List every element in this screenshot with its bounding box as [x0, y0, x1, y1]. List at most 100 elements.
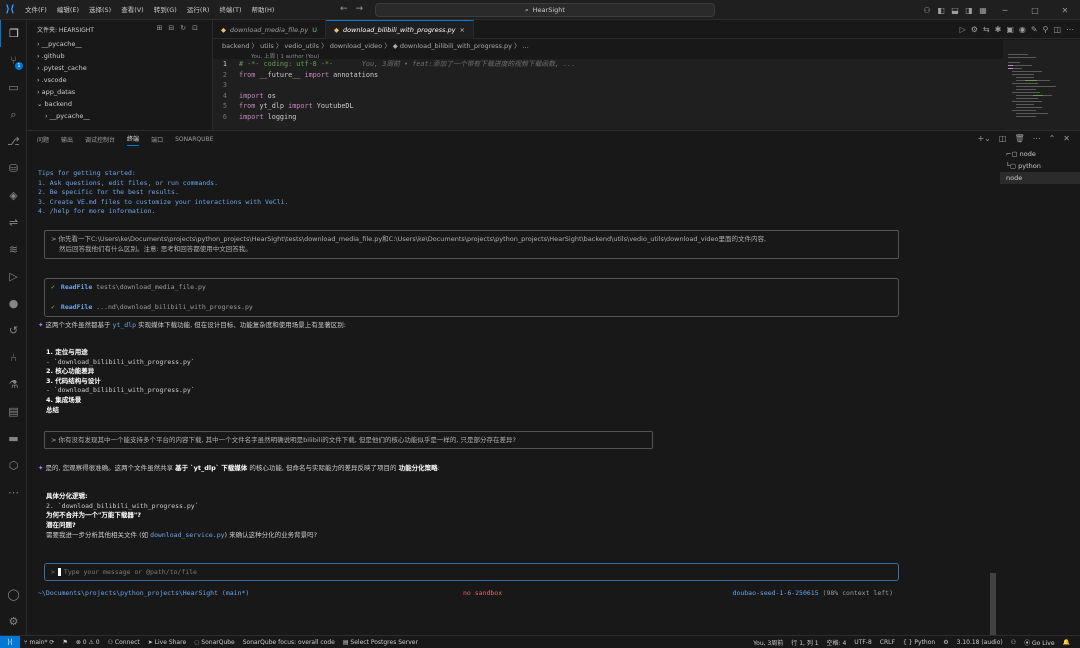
- sonar-icon[interactable]: ≋: [0, 236, 27, 263]
- source-control-icon[interactable]: ⑂ 1: [0, 47, 27, 74]
- account-status-icon[interactable]: ⚇: [1007, 639, 1020, 646]
- maximize-icon[interactable]: □: [1020, 6, 1050, 15]
- toggle-secondary-sidebar-icon[interactable]: ◨: [962, 6, 976, 15]
- tree-item[interactable]: › .vscode: [27, 74, 212, 86]
- database-icon[interactable]: ⛁: [0, 155, 27, 182]
- tab-download-media-file[interactable]: ◆ download_media_file.py U: [213, 20, 326, 39]
- folder-icon[interactable]: ▬: [0, 425, 27, 452]
- menu-selection[interactable]: 选择(S): [84, 0, 116, 20]
- share-icon[interactable]: ⇌: [0, 209, 27, 236]
- brush-icon[interactable]: ✎: [1031, 25, 1038, 34]
- toggle-panel-icon[interactable]: ⬓: [948, 6, 962, 15]
- python-env-icon[interactable]: ⚙: [939, 639, 952, 646]
- terminal-item-node[interactable]: ⌐▢ node: [1000, 148, 1080, 160]
- collapse-all-icon[interactable]: ⊡: [192, 24, 198, 32]
- menu-go[interactable]: 转到(G): [149, 0, 182, 20]
- menu-file[interactable]: 文件(F): [20, 0, 52, 20]
- tree-item[interactable]: › __pycache__: [27, 38, 212, 50]
- sonarqube-focus[interactable]: SonarQube focus: overall code: [239, 639, 339, 646]
- layers-icon[interactable]: ◈: [0, 182, 27, 209]
- search-view-icon[interactable]: ⌕: [0, 101, 27, 128]
- go-live-button[interactable]: ⦿ Go Live: [1020, 638, 1058, 647]
- problems-count[interactable]: ⊗ 0 ⚠ 0: [72, 639, 104, 646]
- tree-item[interactable]: › .github: [27, 50, 212, 62]
- indentation[interactable]: 空格: 4: [823, 638, 851, 647]
- new-folder-icon[interactable]: ⊟: [168, 24, 174, 32]
- menu-terminal[interactable]: 终端(T): [214, 0, 246, 20]
- split-terminal-icon[interactable]: ◫: [999, 134, 1007, 143]
- git-blame-status[interactable]: You, 3周前: [749, 638, 787, 647]
- command-center-search[interactable]: ⌕ HearSight: [375, 3, 715, 17]
- new-terminal-icon[interactable]: +⌄: [977, 134, 990, 143]
- close-panel-icon[interactable]: ✕: [1063, 134, 1070, 143]
- git-graph-icon[interactable]: ⎇: [0, 128, 27, 155]
- trash-icon[interactable]: 🗑: [1014, 134, 1024, 143]
- terminal-scrollbar[interactable]: [990, 573, 996, 635]
- maximize-panel-icon[interactable]: ⌃: [1049, 134, 1056, 143]
- search-editor-icon[interactable]: ⚲: [1043, 25, 1049, 34]
- cursor-position[interactable]: 行 1, 列 1: [787, 638, 822, 647]
- copilot-icon[interactable]: ⚇: [920, 6, 934, 15]
- close-window-icon[interactable]: ✕: [1050, 6, 1080, 15]
- tree-item[interactable]: › .pytest_cache: [27, 62, 212, 74]
- menu-view[interactable]: 查看(V): [116, 0, 149, 20]
- run-debug-icon[interactable]: ▷: [0, 263, 27, 290]
- tab-download-bilibili[interactable]: ◆ download_bilibili_with_progress.py ×: [326, 20, 474, 39]
- new-file-icon[interactable]: ⊞: [157, 24, 163, 32]
- run-icon[interactable]: ▷: [960, 25, 966, 34]
- menu-edit[interactable]: 编辑(E): [52, 0, 84, 20]
- back-arrow-icon[interactable]: ←: [340, 4, 348, 14]
- editor-more-icon[interactable]: ⋯: [1066, 25, 1074, 34]
- tab-sonarqube[interactable]: SONARQUBE: [175, 136, 213, 143]
- encoding[interactable]: UTF-8: [850, 639, 876, 646]
- layout-icon[interactable]: ▦: [976, 6, 990, 15]
- tab-debug-console[interactable]: 调试控制台: [85, 135, 115, 144]
- bell-icon[interactable]: 🔔: [1059, 639, 1074, 646]
- debug-icon[interactable]: ⚙: [971, 25, 978, 34]
- minimap[interactable]: [1003, 40, 1080, 130]
- clipboard-icon[interactable]: ▤: [0, 398, 27, 425]
- forward-arrow-icon[interactable]: →: [356, 4, 364, 14]
- preview-icon[interactable]: ▣: [1006, 25, 1014, 34]
- terminal-item-python[interactable]: └▢ python: [1000, 160, 1080, 172]
- connect-button[interactable]: ⚇ Connect: [104, 639, 144, 646]
- settings-gear-icon[interactable]: ⚙: [0, 608, 27, 635]
- record-icon[interactable]: ◉: [1019, 25, 1026, 34]
- explorer-icon[interactable]: ❐: [0, 20, 27, 47]
- tree-item[interactable]: › __pycache__: [27, 110, 212, 122]
- minimize-icon[interactable]: ─: [990, 6, 1020, 15]
- line-ending[interactable]: CRLF: [876, 639, 899, 646]
- sonarqube-button[interactable]: ◌ SonarQube: [190, 639, 239, 646]
- code-editor[interactable]: 1 # -*- coding: utf-8 -*- You, 3周前 • feat…: [213, 59, 1003, 129]
- remote-icon[interactable]: ⟩⟨: [0, 635, 20, 648]
- tree-item[interactable]: › app_datas: [27, 86, 212, 98]
- refresh-icon[interactable]: ↻: [180, 24, 186, 32]
- terminal-item-node-active[interactable]: node: [1000, 172, 1080, 184]
- tree-item[interactable]: ⌄ backend: [27, 98, 212, 110]
- tab-terminal[interactable]: 终端: [127, 134, 140, 146]
- sync-icon[interactable]: ✱: [995, 25, 1002, 34]
- chat-input[interactable]: > Type your message or @path/to/file: [44, 563, 899, 581]
- more-icon[interactable]: ⋯: [0, 479, 27, 506]
- package-icon[interactable]: ⬡: [0, 452, 27, 479]
- language-mode[interactable]: { } Python: [899, 639, 939, 646]
- python-interpreter[interactable]: 3.10.18 (audio): [953, 639, 1007, 646]
- menu-help[interactable]: 帮助(H): [246, 0, 279, 20]
- github-icon[interactable]: ●: [0, 290, 27, 317]
- tab-output[interactable]: 输出: [61, 135, 73, 144]
- sync-status-icon[interactable]: ⚑: [58, 639, 71, 646]
- tab-ports[interactable]: 端口: [151, 135, 163, 144]
- close-tab-icon[interactable]: ×: [459, 26, 464, 34]
- split-editor-icon[interactable]: ◫: [1053, 25, 1061, 34]
- account-icon[interactable]: ◯: [0, 581, 27, 608]
- live-share-button[interactable]: ➤ Live Share: [144, 639, 190, 646]
- panel-more-icon[interactable]: ⋯: [1033, 134, 1041, 143]
- breadcrumb[interactable]: backend 〉 utils 〉 vedio_utils 〉 download…: [213, 40, 1003, 52]
- menu-run[interactable]: 运行(R): [182, 0, 215, 20]
- compare-icon[interactable]: ⇆: [983, 25, 990, 34]
- git-branch[interactable]: ⑂ main* ⟳: [20, 639, 58, 646]
- tab-problems[interactable]: 问题: [37, 135, 49, 144]
- timeline-icon[interactable]: ↺: [0, 317, 27, 344]
- remote-explorer-icon[interactable]: ▭: [0, 74, 27, 101]
- testing-icon[interactable]: ⚗: [0, 371, 27, 398]
